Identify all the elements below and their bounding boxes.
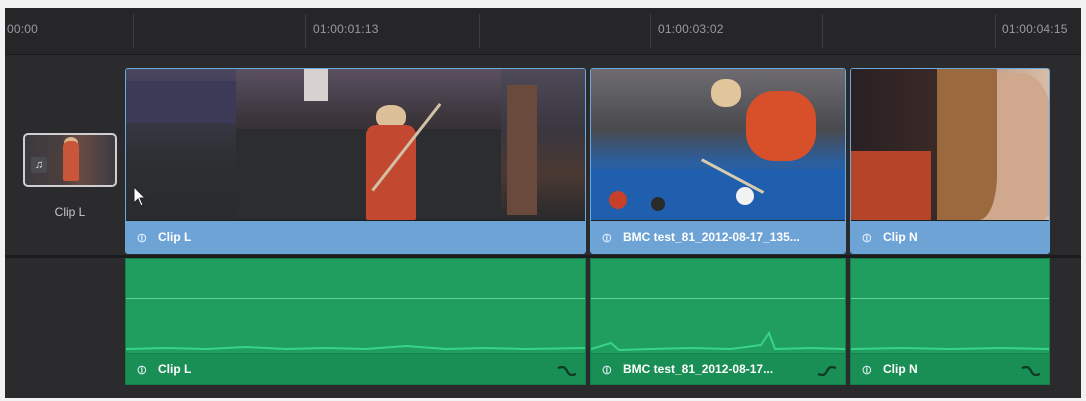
video-clip-label-bar: ⊘ Clip N bbox=[851, 221, 1049, 253]
video-clip-label-bar: ⊘ BMC test_81_2012-08-17_135... bbox=[591, 221, 845, 253]
timecode-label: 01:00:01:13 bbox=[313, 22, 379, 36]
music-note-icon: ♫ bbox=[31, 157, 47, 173]
audio-level-line bbox=[126, 298, 585, 299]
audio-clip-name: Clip N bbox=[883, 362, 918, 376]
thumbnail-image-detail bbox=[63, 141, 79, 181]
link-icon: ⊘ bbox=[132, 360, 151, 379]
audio-clip-name: Clip L bbox=[158, 362, 192, 376]
audio-waveform bbox=[851, 346, 1049, 351]
timecode-ruler[interactable]: 00:00 01:00:01:13 01:00:03:02 01:00:04:1… bbox=[5, 8, 1081, 55]
link-icon: ⊘ bbox=[597, 360, 616, 379]
video-clip-clip-l[interactable]: ⊘ Clip L bbox=[125, 68, 586, 254]
timeline[interactable]: 00:00 01:00:01:13 01:00:03:02 01:00:04:1… bbox=[5, 8, 1081, 398]
audio-level-line bbox=[851, 298, 1049, 299]
video-frame bbox=[236, 69, 501, 220]
video-clip-name: Clip L bbox=[158, 230, 192, 244]
ruler-tick bbox=[305, 14, 306, 48]
audio-clip-label-bar: ⊘ Clip N bbox=[851, 353, 1049, 384]
audio-curve-icon[interactable] bbox=[557, 364, 577, 378]
ruler-tick bbox=[995, 14, 996, 48]
audio-clip-clip-l[interactable]: ⊘ Clip L bbox=[125, 258, 586, 385]
video-frame bbox=[501, 69, 585, 220]
source-clip-label: Clip L bbox=[54, 205, 86, 219]
audio-waveform bbox=[126, 344, 585, 351]
video-clip-name: Clip N bbox=[883, 230, 918, 244]
timecode-label: 00:00 bbox=[7, 22, 39, 36]
audio-level-line bbox=[591, 298, 845, 299]
video-frame bbox=[851, 69, 1049, 220]
audio-waveform bbox=[591, 330, 845, 352]
source-clip-thumbnail[interactable]: ♫ bbox=[23, 133, 117, 187]
ruler-tick bbox=[650, 14, 651, 48]
timecode-label: 01:00:04:15 bbox=[1002, 22, 1068, 36]
ruler-tick bbox=[133, 14, 134, 48]
mouse-cursor-icon bbox=[133, 186, 147, 207]
audio-clip-clip-n[interactable]: ⊘ Clip N bbox=[850, 258, 1050, 385]
video-frame bbox=[591, 69, 845, 220]
ruler-tick bbox=[479, 14, 480, 48]
audio-clip-label-bar: ⊘ BMC test_81_2012-08-17... bbox=[591, 353, 845, 384]
link-icon: ⊘ bbox=[857, 360, 876, 379]
link-icon: ⊘ bbox=[857, 228, 876, 247]
audio-clip-label-bar: ⊘ Clip L bbox=[126, 353, 585, 384]
timecode-label: 01:00:03:02 bbox=[658, 22, 724, 36]
video-clip-clip-n[interactable]: ⊘ Clip N bbox=[850, 68, 1050, 254]
video-clip-label-bar: ⊘ Clip L bbox=[126, 221, 585, 253]
link-icon: ⊘ bbox=[597, 228, 616, 247]
audio-clip-name: BMC test_81_2012-08-17... bbox=[623, 362, 774, 376]
link-icon: ⊘ bbox=[132, 228, 151, 247]
audio-curve-icon[interactable] bbox=[1021, 364, 1041, 378]
video-clip-bmc-test[interactable]: ⊘ BMC test_81_2012-08-17_135... bbox=[590, 68, 846, 254]
video-clip-name: BMC test_81_2012-08-17_135... bbox=[623, 230, 800, 244]
ruler-tick bbox=[822, 14, 823, 48]
audio-clip-bmc-test[interactable]: ⊘ BMC test_81_2012-08-17... bbox=[590, 258, 846, 385]
audio-curve-icon[interactable] bbox=[817, 364, 837, 378]
